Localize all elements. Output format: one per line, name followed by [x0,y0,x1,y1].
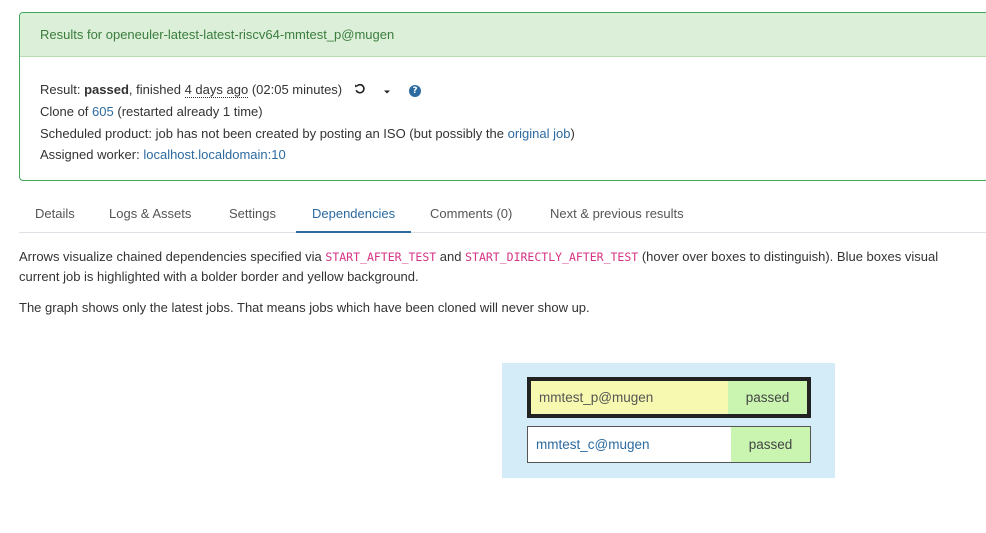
tab-settings[interactable]: Settings [213,196,292,232]
description-line-2: current job is highlighted with a bolder… [19,269,419,284]
clone-prefix: Clone of [40,104,89,120]
original-job-link[interactable]: original job [508,126,571,141]
tab-dependencies[interactable]: Dependencies [296,196,412,233]
scheduled-suffix: ) [570,125,575,141]
finished-label: , finished [128,82,181,97]
dependency-graph: mmtest_p@mugen passed mmtest_c@mugen pas… [502,363,835,478]
worker-row: Assigned worker: localhost.localdomain:1… [40,144,986,166]
result-label: Result: [40,82,81,97]
clone-job-link[interactable]: 605 [92,104,114,119]
node-name: mmtest_p@mugen [531,381,728,414]
result-status: passed [84,82,129,97]
finished-time: 4 days ago [184,82,249,98]
node-result: passed [728,381,807,414]
start-directly-after-test-code: START_DIRECTLY_AFTER_TEST [465,250,639,264]
clone-suffix: (restarted already 1 time) [117,104,263,120]
scheduled-row: Scheduled product: job has not been crea… [40,123,986,145]
help-icon[interactable]: ? [409,84,422,97]
tab-next-previous-results[interactable]: Next & previous results [534,196,700,232]
result-panel: Results for openeuler-latest-latest-risc… [19,12,986,181]
graph-node-current[interactable]: mmtest_p@mugen passed [527,377,811,418]
description-text: Arrows visualize chained dependencies sp… [19,249,326,264]
description-text: and [436,249,466,264]
node-result: passed [731,427,810,462]
panel-title: Results for openeuler-latest-latest-risc… [20,13,986,57]
description-note: The graph shows only the latest jobs. Th… [19,300,590,315]
caret-down-icon[interactable] [383,80,391,102]
tab-logs-assets[interactable]: Logs & Assets [93,196,207,232]
tab-bar: Details Logs & Assets Settings Dependenc… [19,196,986,233]
dependencies-description: Arrows visualize chained dependencies sp… [19,247,986,287]
node-name: mmtest_c@mugen [528,427,731,462]
worker-link[interactable]: localhost.localdomain:10 [143,147,285,162]
duration: (02:05 minutes) [251,82,343,97]
panel-body: Result: passed, finished 4 days ago (02:… [20,57,986,166]
tab-details[interactable]: Details [19,196,91,232]
restart-icon[interactable] [354,80,366,102]
worker-label: Assigned worker: [40,147,140,163]
clone-row: Clone of 605 (restarted already 1 time) [40,101,986,123]
scheduled-prefix: Scheduled product: job has not been crea… [40,125,504,141]
start-after-test-code: START_AFTER_TEST [325,250,437,264]
tab-comments[interactable]: Comments (0) [414,196,528,232]
result-row: Result: passed, finished 4 days ago (02:… [40,79,986,101]
description-text: (hover over boxes to distinguish). Blue … [638,249,939,264]
graph-node[interactable]: mmtest_c@mugen passed [527,426,811,463]
